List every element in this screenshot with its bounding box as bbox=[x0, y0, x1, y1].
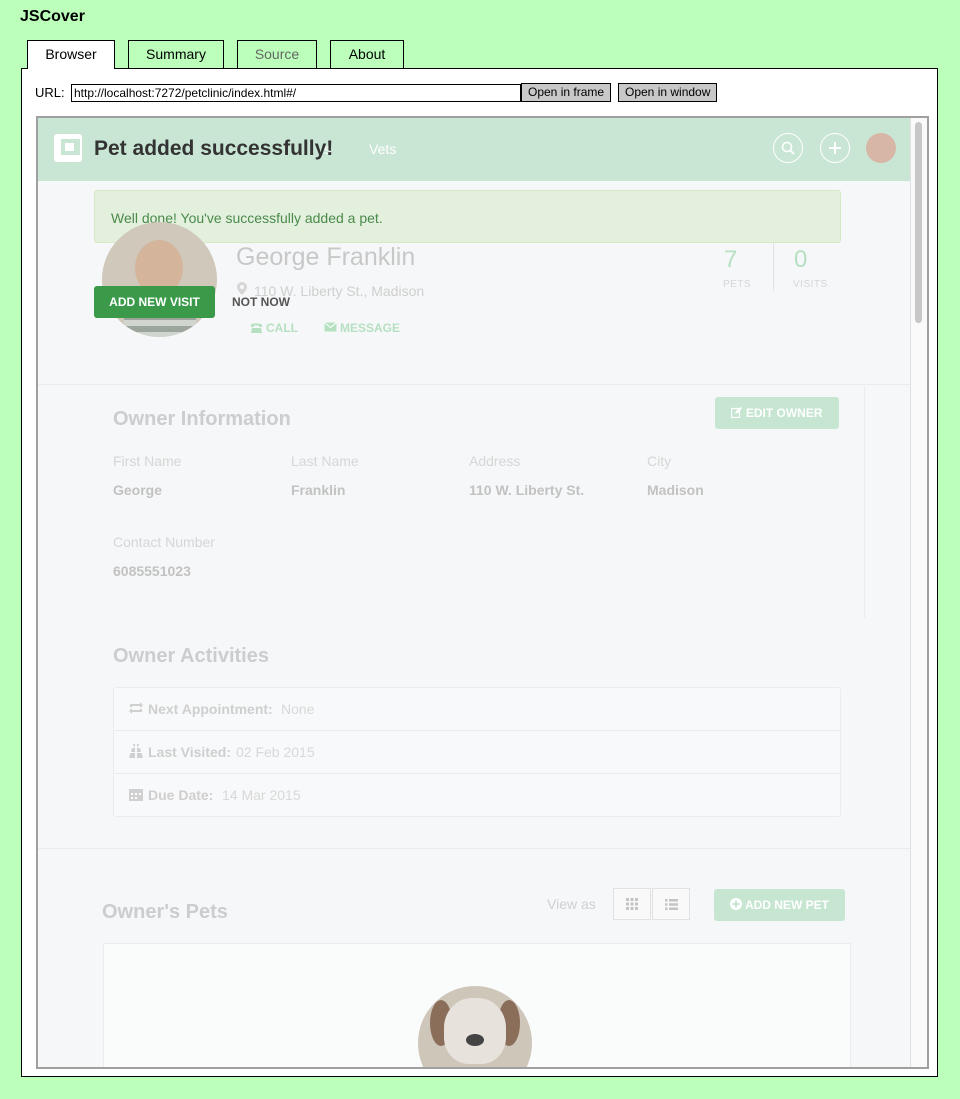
search-icon[interactable] bbox=[773, 133, 803, 163]
last-visited-value: 02 Feb 2015 bbox=[236, 744, 315, 760]
first-name-label: First Name bbox=[113, 453, 182, 469]
add-icon[interactable] bbox=[820, 133, 850, 163]
tab-summary[interactable]: Summary bbox=[128, 40, 224, 68]
location-pin-icon bbox=[237, 282, 247, 295]
due-date-label: Due Date: bbox=[148, 787, 214, 803]
calendar-icon bbox=[129, 789, 143, 801]
envelope-icon bbox=[324, 322, 337, 332]
owner-activities-title: Owner Activities bbox=[113, 645, 269, 667]
message-link[interactable]: MESSAGE bbox=[340, 321, 400, 335]
visits-count: 0 bbox=[794, 246, 808, 273]
activities-list: Next Appointment: None Last Visited: 02 … bbox=[113, 687, 841, 817]
add-new-pet-button[interactable]: ADD NEW PET bbox=[714, 889, 845, 921]
list-item: Last Visited: 02 Feb 2015 bbox=[114, 731, 840, 774]
url-label: URL: bbox=[35, 85, 65, 100]
nav-link-vets[interactable]: Vets bbox=[369, 141, 396, 157]
side-divider bbox=[864, 386, 865, 618]
list-view-icon[interactable] bbox=[652, 888, 690, 920]
owner-photo bbox=[102, 222, 217, 337]
tab-source[interactable]: Source bbox=[237, 40, 317, 68]
call-link[interactable]: CALL bbox=[266, 321, 298, 335]
edit-owner-button[interactable]: EDIT OWNER bbox=[715, 397, 839, 429]
first-name-value: George bbox=[113, 482, 163, 498]
phone-icon bbox=[251, 323, 262, 333]
pets-count: 7 bbox=[724, 246, 738, 273]
contact-number-value: 6085551023 bbox=[113, 563, 191, 579]
user-avatar[interactable] bbox=[866, 133, 896, 163]
next-appointment-value: None bbox=[281, 701, 315, 717]
app-title: JSCover bbox=[20, 8, 85, 25]
pets-count-label: PETS bbox=[723, 279, 752, 290]
last-name-value: Franklin bbox=[291, 482, 346, 498]
last-name-label: Last Name bbox=[291, 453, 359, 469]
toast-title: Pet added successfully! bbox=[94, 137, 334, 160]
add-new-pet-label: ADD NEW PET bbox=[744, 898, 829, 912]
owner-name: George Franklin bbox=[236, 243, 416, 271]
scrollbar-thumb[interactable] bbox=[915, 122, 922, 323]
section-divider bbox=[38, 848, 914, 849]
road-icon bbox=[129, 744, 143, 758]
browser-panel: URL: Open in frame Open in window s Vets… bbox=[21, 68, 938, 1077]
list-item: Due Date: 14 Mar 2015 bbox=[114, 774, 840, 816]
next-appointment-label: Next Appointment: bbox=[148, 701, 273, 717]
view-as-label: View as bbox=[547, 896, 596, 912]
city-label: City bbox=[647, 453, 672, 469]
preview-frame[interactable]: s Vets Pet added successfully! George Fr… bbox=[36, 116, 929, 1069]
visits-count-label: VISITS bbox=[793, 279, 828, 290]
address-label: Address bbox=[469, 453, 521, 469]
address-value: 110 W. Liberty St. bbox=[469, 482, 585, 498]
not-now-button[interactable]: NOT NOW bbox=[232, 295, 290, 309]
owners-pets-title: Owner's Pets bbox=[102, 901, 228, 923]
site-header: s Vets Pet added successfully! bbox=[38, 118, 914, 181]
city-value: Madison bbox=[647, 482, 704, 498]
open-in-frame-button[interactable]: Open in frame bbox=[521, 83, 612, 102]
stats-divider bbox=[773, 243, 774, 291]
vertical-scrollbar[interactable] bbox=[910, 118, 927, 1067]
last-visited-label: Last Visited: bbox=[148, 744, 231, 760]
section-divider bbox=[38, 384, 914, 385]
tab-about[interactable]: About bbox=[330, 40, 404, 68]
success-alert: Well done! You've successfully added a p… bbox=[94, 190, 841, 243]
petclinic-page: s Vets Pet added successfully! George Fr… bbox=[38, 118, 914, 1067]
due-date-value: 14 Mar 2015 bbox=[222, 787, 301, 803]
petclinic-logo-icon[interactable] bbox=[54, 134, 82, 162]
edit-owner-label: EDIT OWNER bbox=[745, 406, 823, 420]
url-input[interactable] bbox=[71, 84, 521, 102]
contact-number-label: Contact Number bbox=[113, 534, 215, 550]
edit-icon bbox=[731, 407, 743, 419]
list-item: Next Appointment: None bbox=[114, 688, 840, 731]
tab-browser[interactable]: Browser bbox=[27, 40, 115, 69]
open-in-window-button[interactable]: Open in window bbox=[618, 83, 718, 102]
plus-circle-icon bbox=[730, 898, 743, 910]
repeat-icon bbox=[129, 702, 143, 714]
add-new-visit-button[interactable]: ADD NEW VISIT bbox=[94, 286, 215, 318]
grid-view-icon[interactable] bbox=[613, 888, 651, 920]
owner-information-title: Owner Information bbox=[113, 408, 291, 430]
